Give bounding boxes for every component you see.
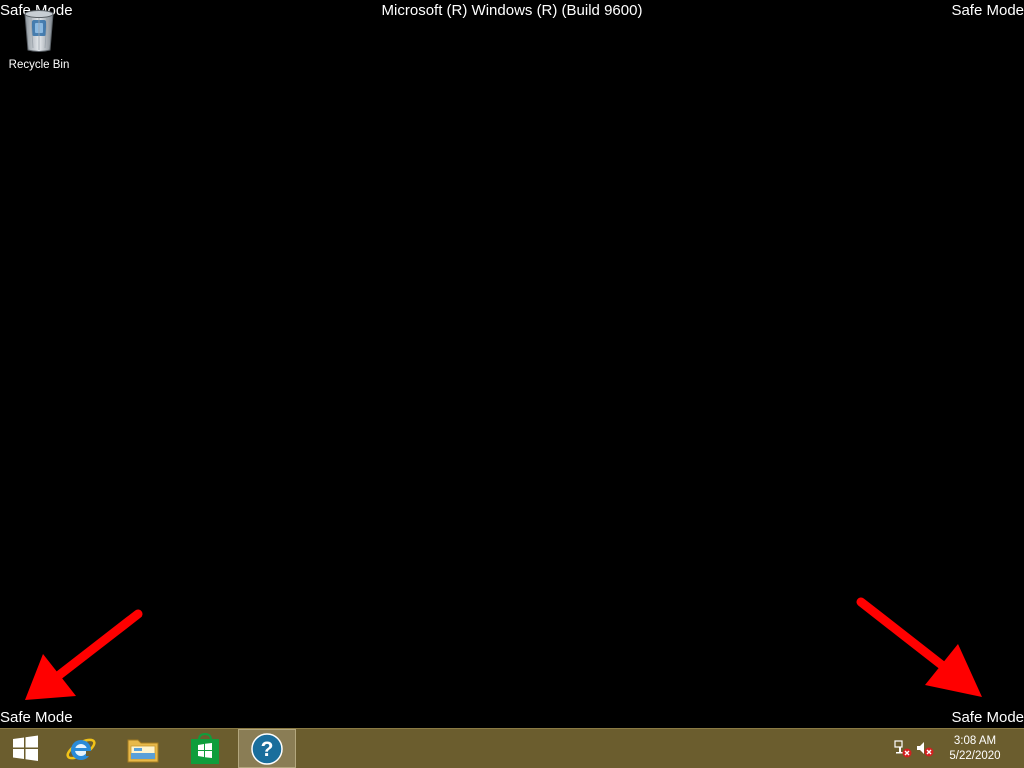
desktop-icon-recycle-bin[interactable]: Recycle Bin (0, 6, 78, 76)
taskbar-button-help-and-support[interactable]: ? (238, 729, 296, 768)
annotation-arrow-left (25, 609, 143, 700)
desktop-icon-label: Recycle Bin (8, 59, 70, 71)
desktop[interactable]: Safe Mode Microsoft (R) Windows (R) (Bui… (0, 0, 1024, 768)
taskbar-button-store[interactable] (177, 729, 233, 768)
volume-button[interactable] (916, 740, 934, 758)
ie-icon (66, 738, 96, 760)
start-button[interactable] (0, 729, 50, 768)
safe-mode-label-top-right: Safe Mode (951, 2, 1024, 19)
volume-muted-icon (917, 742, 934, 757)
svg-text:?: ? (261, 738, 274, 761)
taskbar-button-internet-explorer[interactable] (53, 729, 109, 768)
annotation-arrow-right (856, 597, 982, 697)
clock[interactable]: 3:08 AM 5/22/2020 (940, 734, 1010, 764)
taskbar-button-file-explorer[interactable] (115, 729, 171, 768)
annotation-arrows (25, 597, 982, 700)
windows-logo-icon (12, 735, 38, 761)
folder-icon (127, 739, 159, 762)
store-icon (191, 732, 219, 764)
system-tray: 3:08 AM 5/22/2020 (894, 729, 1024, 768)
clock-date: 5/22/2020 (949, 750, 1001, 762)
safe-mode-label-bottom-right: Safe Mode (951, 709, 1024, 726)
help-icon: ? (251, 732, 283, 765)
clock-time: 3:08 AM (953, 735, 997, 747)
recycle-bin-icon (24, 10, 54, 52)
build-label: Microsoft (R) Windows (R) (Build 9600) (381, 2, 643, 19)
safe-mode-label-bottom-left: Safe Mode (0, 709, 73, 726)
network-disconnected-icon (894, 740, 912, 758)
network-status-button[interactable] (894, 740, 912, 758)
taskbar: ? 3:08 AM 5/22/2020 (0, 728, 1024, 768)
